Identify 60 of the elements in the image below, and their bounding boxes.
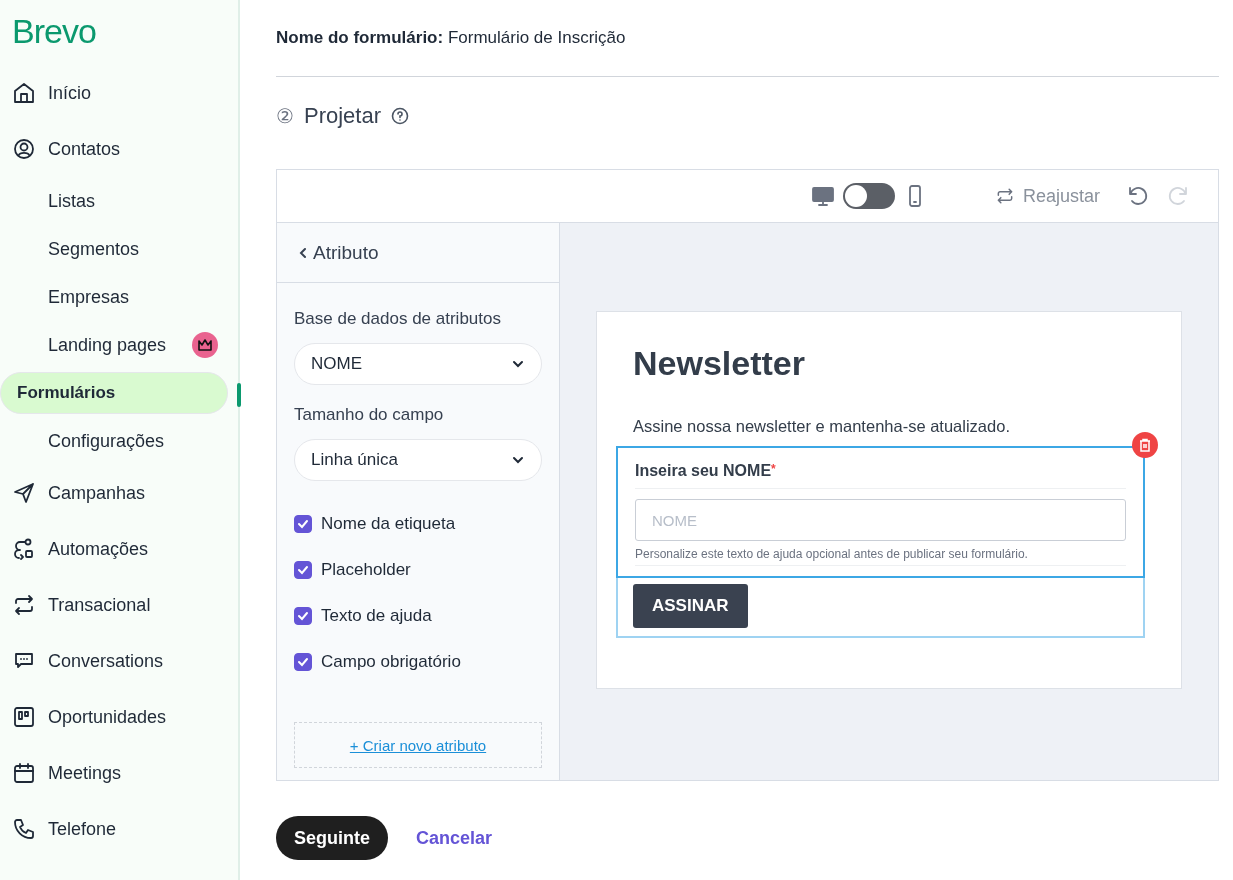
home-icon <box>12 81 36 105</box>
checkbox[interactable] <box>294 653 312 671</box>
sidebar-item[interactable]: Empresas <box>0 273 228 321</box>
chevron-left-icon <box>297 245 309 260</box>
active-marker <box>237 383 241 407</box>
sidebar-item[interactable]: Transacional <box>0 577 228 633</box>
check-icon <box>297 656 309 668</box>
checkbox-label: Placeholder <box>321 560 411 580</box>
form-title: Newsletter <box>633 344 806 383</box>
checkbox[interactable] <box>294 515 312 533</box>
field-label: Tamanho do campo <box>294 405 445 425</box>
transfer-icon <box>12 593 36 617</box>
sidebar-item[interactable]: Oportunidades <box>0 689 228 745</box>
sidebar-item[interactable]: Listas <box>0 177 228 225</box>
subscribe-button[interactable]: ASSINAR <box>633 584 748 628</box>
sidebar-item[interactable]: Telefone <box>0 801 228 857</box>
check-icon <box>297 610 309 622</box>
automation-icon <box>12 537 36 561</box>
board-icon <box>12 705 36 729</box>
form-field-label: Inseira seu NOME* <box>635 462 1126 489</box>
sidebar-item[interactable]: Meetings <box>0 745 228 801</box>
checkbox[interactable] <box>294 607 312 625</box>
desktop-icon[interactable] <box>810 184 835 208</box>
checkbox-label: Campo obrigatório <box>321 652 461 672</box>
sidebar-item[interactable]: Campanhas <box>0 465 228 521</box>
sidebar-item[interactable]: Conversations <box>0 633 228 689</box>
view-toggle[interactable] <box>842 183 895 209</box>
form-name: Nome do formulário: Formulário de Inscrição <box>276 0 1219 77</box>
help-text: Personalize este texto de ajuda opcional antes de publicar seu formulário. <box>635 541 1126 566</box>
cancel-button[interactable]: Cancelar <box>416 827 493 849</box>
size-select[interactable]: Linha única <box>294 439 542 481</box>
attribute-select[interactable]: NOME <box>294 343 542 385</box>
sidebar-item[interactable]: Segmentos <box>0 225 228 273</box>
sidebar-item[interactable]: Contatos <box>0 121 228 177</box>
delete-button[interactable] <box>1132 432 1158 458</box>
undo-icon[interactable] <box>1126 184 1150 208</box>
selected-field-block[interactable]: Inseira seu NOME* NOME Personalize este texto de ajuda opcional antes de publicar seu formulário. <box>616 446 1145 578</box>
step-title: Projetar <box>304 103 382 129</box>
field-label: Base de dados de atributos <box>294 309 502 329</box>
calendar-icon <box>12 761 36 785</box>
brevo-logo[interactable]: Brevo <box>0 12 96 51</box>
help-icon[interactable] <box>391 107 410 125</box>
send-icon <box>12 481 36 505</box>
sidebar-item[interactable]: Configurações <box>0 417 228 465</box>
sidebar-item[interactable]: Início <box>0 65 228 121</box>
check-icon <box>297 518 309 530</box>
checkbox-label: Texto de ajuda <box>321 606 432 626</box>
next-button[interactable]: Seguinte <box>276 816 388 860</box>
step-number: ② <box>276 104 294 128</box>
contact-icon <box>12 137 36 161</box>
check-icon <box>297 564 309 576</box>
back-link[interactable]: Atributo <box>277 223 559 283</box>
sidebar-item[interactable]: Automações <box>0 521 228 577</box>
form-description: Assine nossa newsletter e mantenha-se atualizado. <box>633 417 1011 436</box>
checkbox[interactable] <box>294 561 312 579</box>
checkbox-label: Nome da etiqueta <box>321 514 456 534</box>
phone-icon <box>12 817 36 841</box>
sidebar-item[interactable]: Landing pages <box>0 321 228 369</box>
name-input[interactable]: NOME <box>635 499 1126 541</box>
trash-icon <box>1138 438 1152 452</box>
